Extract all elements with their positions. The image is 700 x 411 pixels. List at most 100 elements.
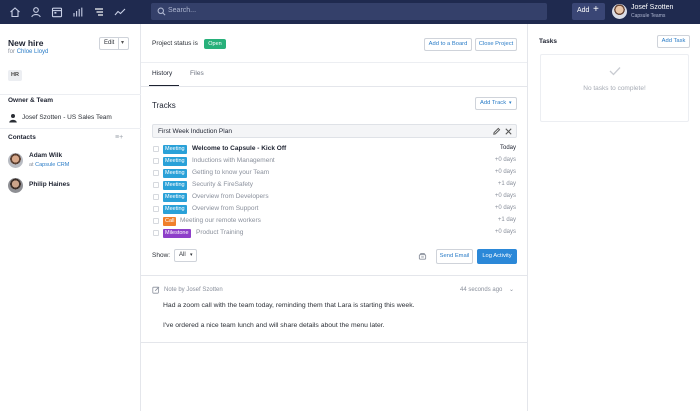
for-prefix: for [8,49,16,55]
task-checkbox[interactable] [153,182,159,188]
add-to-board-button[interactable]: Add to a Board [424,38,472,51]
tab-files[interactable]: Files [190,70,204,77]
contacts-tools: ≡+ [115,134,123,141]
section-divider [141,342,527,343]
tag-badge[interactable]: HR [8,70,22,81]
send-email-button[interactable]: Send Email [436,249,473,264]
track-task-row[interactable]: Meeting Overview from Support +0 days [152,204,517,215]
bar-chart-icon[interactable] [72,6,84,18]
task-name[interactable]: Meeting our remote workers [180,217,261,224]
note-timestamp: 44 seconds ago [460,287,503,293]
list-icon[interactable] [93,6,105,18]
tab-history[interactable]: History [152,70,172,77]
task-checkbox[interactable] [153,206,159,212]
log-activity-button[interactable]: Log Activity [477,249,517,264]
show-filter-value: All [179,252,186,258]
project-for-line: for Chloe Lloyd [8,49,48,55]
project-status-label: Project status is [152,40,198,47]
task-due: +0 days [494,157,516,163]
empty-tasks-message: No tasks to complete! [583,85,646,92]
track-task-row[interactable]: Call Meeting our remote workers +1 day [152,216,517,227]
track-task-row[interactable]: Meeting Welcome to Capsule - Kick Off Toda… [152,144,517,155]
contact-organization-link[interactable]: Capsule CRM [35,162,69,168]
add-contact-icon[interactable]: + [119,134,123,141]
user-organization: Capsule Teams [631,13,666,19]
chevron-down-icon[interactable]: ▾ [121,39,124,46]
contact-organization: at Capsule CRM [29,162,69,168]
settings-icon[interactable] [418,252,427,261]
task-type-tag: Meeting [163,193,187,202]
track-task-row[interactable]: Meeting Overview from Developers +0 days [152,192,517,203]
note-icon [152,286,160,294]
track-task-row[interactable]: Meeting Getting to know your Team +0 days [152,168,517,179]
task-checkbox[interactable] [153,218,159,224]
section-divider [0,128,141,129]
task-checkbox[interactable] [153,230,159,236]
edit-pencil-icon[interactable] [492,127,501,136]
note-author: Note by Josef Szotten [164,287,223,293]
show-filter-label: Show: [152,252,171,259]
task-name[interactable]: Inductions with Management [192,157,275,164]
project-main-panel: Project status is Open Add to a Board Cl… [141,24,528,411]
show-filter-select[interactable]: All ▾ [174,249,197,262]
plus-icon: + [593,4,599,15]
contact-avatar[interactable] [8,178,23,193]
task-checkbox[interactable] [153,170,159,176]
contact-avatar[interactable] [8,153,23,168]
task-name[interactable]: Security & FireSafety [192,181,253,188]
tasks-empty-state: No tasks to complete! [540,54,689,122]
chevron-down-icon: ▾ [509,100,512,106]
task-due: +1 day [497,217,516,223]
task-due: +0 days [494,205,516,211]
tabs-divider [141,86,527,87]
add-track-label: Add Track [480,100,507,106]
task-name[interactable]: Welcome to Capsule - Kick Off [192,145,286,152]
chevron-down-icon[interactable]: ⌄ [509,286,514,293]
task-type-tag: Meeting [163,145,187,154]
search-bar[interactable]: Search... [151,3,547,20]
project-title: New hire [8,38,44,48]
task-type-tag: Meeting [163,181,187,190]
task-name[interactable]: Product Training [196,229,243,236]
task-due: Today [499,145,516,151]
task-type-tag: Meeting [163,169,187,178]
task-type-tag: Meeting [163,157,187,166]
user-avatar[interactable] [612,4,627,19]
add-task-button[interactable]: Add Task [657,35,690,48]
calendar-icon[interactable] [51,6,63,18]
task-checkbox[interactable] [153,194,159,200]
owner-team-heading: Owner & Team [8,97,54,104]
chevron-down-icon: ▾ [190,252,193,258]
contact-name[interactable]: Adam Wilk [29,152,62,159]
status-badge[interactable]: Open [204,39,226,49]
close-icon[interactable] [504,127,513,136]
trend-icon[interactable] [114,6,126,18]
add-menu-button[interactable]: Add + [572,3,605,20]
home-icon[interactable] [9,6,21,18]
task-type-tag: Milestone [163,229,191,238]
task-name[interactable]: Overview from Support [192,205,258,212]
person-icon[interactable] [30,6,42,18]
section-divider [141,62,527,63]
track-task-row[interactable]: Meeting Inductions with Management +0 days [152,156,517,167]
user-name[interactable]: Josef Szotten [631,4,673,11]
project-contact-link[interactable]: Chloe Lloyd [17,49,49,55]
add-track-button[interactable]: Add Track ▾ [475,97,517,110]
task-checkbox[interactable] [153,158,159,164]
task-name[interactable]: Overview from Developers [192,193,269,200]
section-divider [141,275,527,276]
edit-button[interactable]: Edit ▾ [99,37,129,50]
search-input[interactable]: Search... [168,7,196,14]
track-task-row[interactable]: Milestone Product Training +0 days [152,228,517,239]
track-name: First Week Induction Plan [158,128,232,135]
contact-name[interactable]: Philip Haines [29,181,70,188]
track-task-row[interactable]: Meeting Security & FireSafety +1 day [152,180,517,191]
close-project-button[interactable]: Close Project [475,38,517,51]
task-due: +1 day [497,181,516,187]
track-header: First Week Induction Plan [152,124,517,138]
task-name[interactable]: Getting to know your Team [192,169,269,176]
task-due: +0 days [494,193,516,199]
note-paragraph: Had a zoom call with the team today, rem… [163,302,415,309]
task-checkbox[interactable] [153,146,159,152]
task-type-tag: Call [163,217,177,226]
